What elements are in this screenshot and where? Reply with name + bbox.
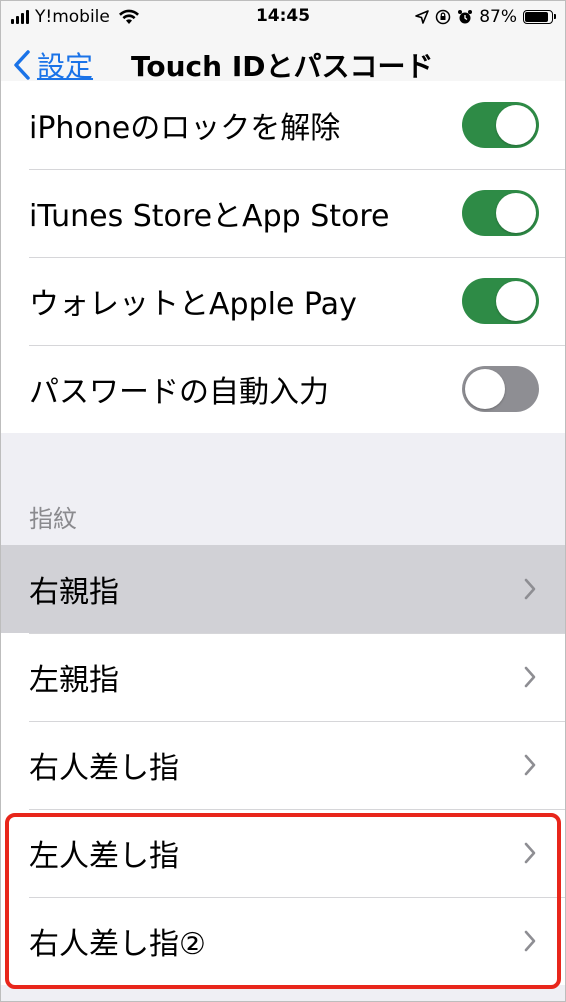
toggle-knob <box>496 105 536 145</box>
toggle-knob <box>496 281 536 321</box>
alarm-icon <box>458 10 473 24</box>
fingerprints-section-header: 指紋 <box>29 505 77 533</box>
toggle-row-unlock-iphone: iPhoneのロックを解除 <box>1 81 565 169</box>
fingerprint-label: 右人差し指② <box>29 927 206 962</box>
chevron-right-icon <box>524 754 536 776</box>
fingerprint-label: 左親指 <box>29 663 119 698</box>
battery-percent: 87% <box>479 7 517 27</box>
battery-level <box>525 12 548 22</box>
settings-screen: Y!mobile 14:45 87% 設定 Touch IDとパスコード iPh… <box>0 0 566 1002</box>
itunes-app-store-toggle[interactable] <box>462 190 539 236</box>
page-title: Touch IDとパスコード <box>131 50 434 83</box>
battery-icon <box>523 10 556 24</box>
fingerprints-group: 右親指 左親指 右人差し指 左人差し指 右人差し指② <box>1 545 565 985</box>
row-label: パスワードの自動入力 <box>29 375 329 410</box>
toggle-row-password-autofill: パスワードの自動入力 <box>1 345 565 433</box>
toggle-row-itunes-app-store: iTunes StoreとApp Store <box>1 169 565 257</box>
back-button-label[interactable]: 設定 <box>37 45 93 85</box>
toggle-knob <box>465 369 505 409</box>
fingerprint-label: 右人差し指 <box>29 751 179 786</box>
row-label: iTunes StoreとApp Store <box>29 199 390 234</box>
chevron-left-icon <box>14 50 30 80</box>
toggle-knob <box>496 193 536 233</box>
chevron-right-icon <box>524 666 536 688</box>
toggle-row-wallet-apple-pay: ウォレットとApple Pay <box>1 257 565 345</box>
back-button[interactable]: 設定 <box>13 45 93 85</box>
fingerprint-item[interactable]: 左親指 <box>1 633 565 721</box>
password-autofill-toggle[interactable] <box>462 366 539 412</box>
fingerprint-label: 左人差し指 <box>29 839 179 874</box>
orientation-lock-icon <box>435 9 451 25</box>
chevron-right-icon <box>524 930 536 952</box>
row-label: ウォレットとApple Pay <box>29 287 357 322</box>
fingerprint-label: 右親指 <box>29 575 119 610</box>
fingerprint-item[interactable]: 右親指 <box>1 545 565 633</box>
unlock-options-group: iPhoneのロックを解除 iTunes StoreとApp Store ウォレ… <box>1 81 565 433</box>
wallet-apple-pay-toggle[interactable] <box>462 278 539 324</box>
unlock-iphone-toggle[interactable] <box>462 102 539 148</box>
location-arrow-icon <box>415 10 430 24</box>
fingerprint-item[interactable]: 右人差し指② <box>1 897 565 985</box>
row-label: iPhoneのロックを解除 <box>29 111 341 146</box>
chevron-right-icon <box>524 842 536 864</box>
chevron-right-icon <box>524 578 536 600</box>
status-bar: Y!mobile 14:45 87% <box>1 1 565 33</box>
fingerprint-item[interactable]: 右人差し指 <box>1 721 565 809</box>
status-right: 87% <box>415 7 556 27</box>
fingerprint-item[interactable]: 左人差し指 <box>1 809 565 897</box>
